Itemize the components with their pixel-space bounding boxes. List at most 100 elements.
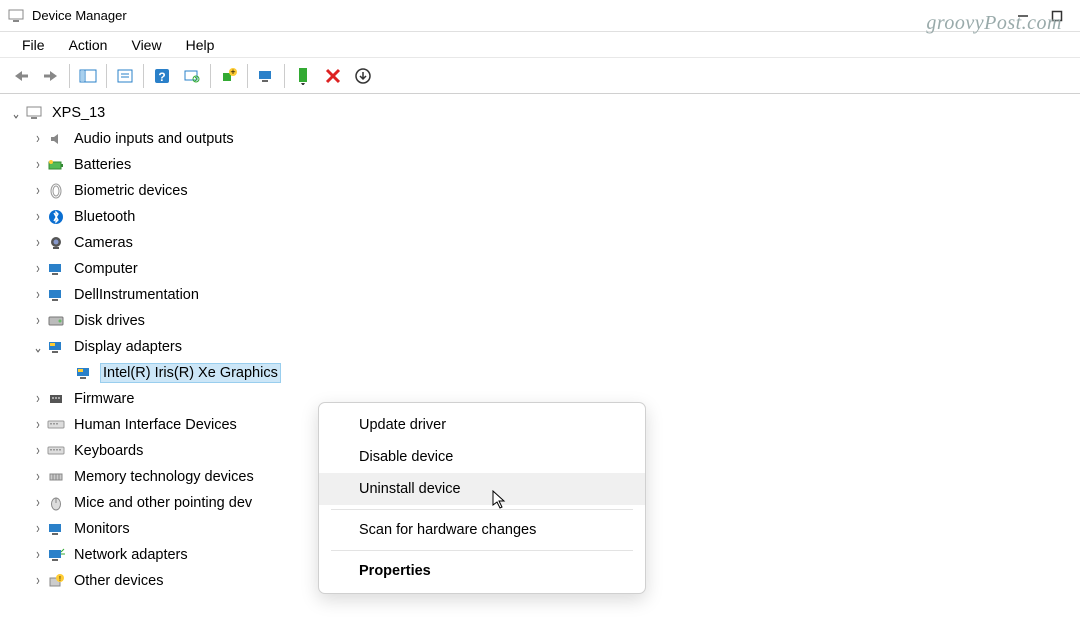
update-driver-button[interactable] [251,61,281,91]
menu-view[interactable]: View [119,34,173,56]
ctx-separator [331,550,633,551]
chevron-down-icon[interactable]: ⌄ [30,338,46,356]
tree-label: Audio inputs and outputs [72,130,236,148]
tree-label: Computer [72,260,140,278]
toolbar-sep [143,64,144,88]
computer-icon [24,104,44,122]
tree-label: Display adapters [72,338,184,356]
chip-icon [46,286,66,304]
chevron-down-icon[interactable]: ⌄ [8,104,24,122]
speaker-icon [46,130,66,148]
chevron-right-icon[interactable]: › [30,443,46,460]
network-icon [46,546,66,564]
chevron-right-icon[interactable]: › [30,391,46,408]
tree-item-intel-graphics[interactable]: › Intel(R) Iris(R) Xe Graphics [8,360,1080,386]
tree-root[interactable]: ⌄ XPS_13 [8,100,1080,126]
tree-item-batteries[interactable]: › Batteries [8,152,1080,178]
battery-icon [46,156,66,174]
chevron-right-icon[interactable]: › [30,157,46,174]
chevron-right-icon[interactable]: › [30,287,46,304]
ctx-properties[interactable]: Properties [319,555,645,587]
svg-text:+: + [230,67,235,77]
mouse-icon [46,494,66,512]
properties-button[interactable] [110,61,140,91]
keyboard-icon [46,442,66,460]
bluetooth-icon [46,208,66,226]
chevron-right-icon[interactable]: › [30,209,46,226]
help-button[interactable]: ? [147,61,177,91]
tree-item-cameras[interactable]: › Cameras [8,230,1080,256]
toolbar-sep [69,64,70,88]
tree-label: Keyboards [72,442,145,460]
tree-item-bluetooth[interactable]: › Bluetooth [8,204,1080,230]
ctx-separator [331,509,633,510]
scan-button[interactable] [177,61,207,91]
tree-label: Batteries [72,156,133,174]
menu-help[interactable]: Help [174,34,227,56]
titlebar: Device Manager [0,0,1080,32]
ctx-scan-hardware[interactable]: Scan for hardware changes [319,514,645,546]
show-hide-tree-button[interactable] [73,61,103,91]
ctx-disable-device[interactable]: Disable device [319,441,645,473]
tree-item-computer[interactable]: › Computer [8,256,1080,282]
toolbar-sep [284,64,285,88]
tree-label: Other devices [72,572,165,590]
tree-label: Monitors [72,520,132,538]
enable-device-button[interactable] [288,61,318,91]
menu-file[interactable]: File [10,34,57,56]
toolbar-sep [106,64,107,88]
chevron-right-icon[interactable]: › [30,261,46,278]
chevron-right-icon[interactable]: › [30,547,46,564]
fingerprint-icon [46,182,66,200]
tree-root-label: XPS_13 [50,104,107,122]
disk-icon [46,312,66,330]
chevron-right-icon[interactable]: › [30,495,46,512]
toolbar-sep [247,64,248,88]
window-title: Device Manager [32,8,1016,23]
tree-item-dell[interactable]: › DellInstrumentation [8,282,1080,308]
monitor-icon [46,520,66,538]
watermark: groovyPost.com [926,12,1062,35]
chevron-right-icon[interactable]: › [30,469,46,486]
tree-label: Cameras [72,234,135,252]
menu-action[interactable]: Action [57,34,120,56]
chevron-right-icon[interactable]: › [30,521,46,538]
tree-label: Disk drives [72,312,147,330]
tree-label: Memory technology devices [72,468,256,486]
svg-text:!: ! [59,576,61,583]
tree-label: Mice and other pointing dev [72,494,254,512]
chevron-right-icon[interactable]: › [30,183,46,200]
forward-button[interactable] [36,61,66,91]
tree-item-display[interactable]: ⌄ Display adapters [8,334,1080,360]
ctx-uninstall-device[interactable]: Uninstall device [319,473,645,505]
tree-label: Firmware [72,390,136,408]
add-hardware-button[interactable]: + [214,61,244,91]
svg-text:?: ? [158,70,165,84]
chevron-right-icon[interactable]: › [30,313,46,330]
back-button[interactable] [6,61,36,91]
menubar: File Action View Help [0,32,1080,58]
tree-item-biometric[interactable]: › Biometric devices [8,178,1080,204]
memory-icon [46,468,66,486]
tree-label: Network adapters [72,546,190,564]
camera-icon [46,234,66,252]
display-icon [74,364,94,382]
install-legacy-button[interactable] [348,61,378,91]
chevron-right-icon[interactable]: › [30,573,46,590]
hid-icon [46,416,66,434]
chevron-right-icon[interactable]: › [30,417,46,434]
tree-label: Human Interface Devices [72,416,239,434]
chevron-right-icon[interactable]: › [30,131,46,148]
display-icon [46,338,66,356]
tree-item-audio[interactable]: › Audio inputs and outputs [8,126,1080,152]
computer-icon [46,260,66,278]
tree-label-selected: Intel(R) Iris(R) Xe Graphics [100,363,281,383]
other-icon: ! [46,572,66,590]
tree-label: DellInstrumentation [72,286,201,304]
chevron-right-icon[interactable]: › [30,235,46,252]
firmware-icon [46,390,66,408]
tree-item-disk[interactable]: › Disk drives [8,308,1080,334]
uninstall-device-button[interactable] [318,61,348,91]
context-menu: Update driver Disable device Uninstall d… [318,402,646,594]
ctx-update-driver[interactable]: Update driver [319,409,645,441]
